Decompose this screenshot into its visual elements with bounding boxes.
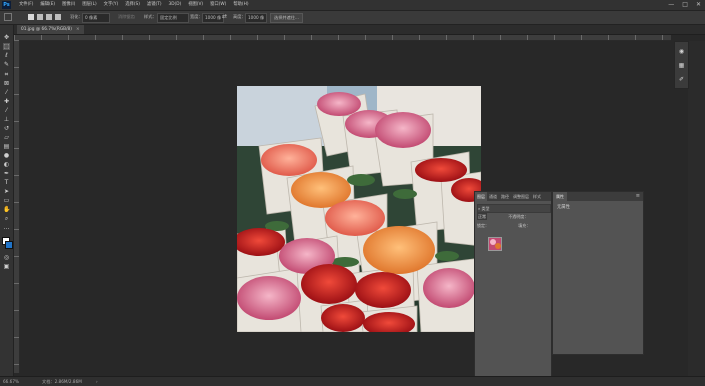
marquee-icon[interactable]: ⬚ [3,43,10,50]
antialias-checkbox[interactable]: 消除锯齿 [118,13,135,21]
tab-styles[interactable]: 样式 [531,192,543,201]
screen-mode-icon[interactable]: ▣ [3,263,10,270]
pen-icon[interactable]: ✒ [3,170,10,177]
intersect-selection-icon[interactable] [55,14,61,20]
right-icon-dock: ◉ ▦ ✐ [674,41,689,89]
maximize-icon[interactable]: □ [682,1,688,9]
blend-opacity-row: 正常 不透明度： [477,213,549,220]
feather-label: 羽化： [70,14,83,19]
swatches-panel-icon[interactable]: ▦ [678,62,685,69]
vertical-ruler[interactable] [14,40,20,373]
panel-menu-icon[interactable]: ≡ [636,192,640,201]
subtract-selection-icon[interactable] [46,14,52,20]
path-select-icon[interactable]: ➤ [3,188,10,195]
fill-label: 填充： [518,223,531,228]
blur-icon[interactable]: ● [3,152,10,159]
eyedropper-icon[interactable]: ⁄ [3,89,10,96]
menu-select[interactable]: 选择(S) [122,0,144,10]
menu-window[interactable]: 窗口(W) [207,0,230,10]
new-selection-icon[interactable] [28,14,34,20]
gradient-icon[interactable]: ▤ [3,143,10,150]
zoom-icon[interactable]: ⌕ [3,215,10,222]
photoshop-logo-icon[interactable]: Ps [2,1,11,9]
tab-paths[interactable]: 路径 [499,192,511,201]
opacity-label: 不透明度： [508,214,529,219]
menu-filter[interactable]: 滤镜(T) [144,0,166,10]
close-window-icon[interactable]: ✕ [696,1,701,9]
menu-layer[interactable]: 图层(L) [79,0,100,10]
properties-panel: 属性 ≡ 无属性 [552,191,644,355]
width-input[interactable]: 1000 像 [202,13,224,23]
healing-icon[interactable]: ✚ [3,98,10,105]
window-controls: — □ ✕ [668,1,701,9]
menu-file[interactable]: 文件(F) [16,0,37,10]
hand-icon[interactable]: ✋ [3,206,10,213]
menu-items: 文件(F) 编辑(E) 图像(I) 图层(L) 文字(Y) 选择(S) 滤镜(T… [16,0,253,10]
tools-panel: ✥ ⬚ ℓ ✎ ⌗ ⊠ ⁄ ✚ ⁄ ⊥ ↺ ▱ ▤ ● ◐ ✒ T ➤ ▭ ✋ … [0,25,14,385]
move-icon[interactable]: ✥ [3,34,10,41]
layer-thumbnail-image [489,238,501,250]
swap-dimensions-icon[interactable]: ⇄ [222,13,227,21]
menu-3d[interactable]: 3D(D) [166,0,186,10]
type-icon[interactable]: T [3,179,10,186]
horizontal-ruler[interactable] [14,35,671,41]
layer-thumbnail[interactable] [488,237,502,251]
tool-preset-icon[interactable] [4,13,12,21]
properties-panel-header: 属性 ≡ [553,192,643,201]
menu-type[interactable]: 文字(Y) [101,0,123,10]
close-tab-icon[interactable]: × [76,27,80,32]
layers-panel: 图层 通道 路径 调整图层 样式 ⌕ 类型 正常 不透明度： 锁定： 填充： [474,191,552,385]
flower-bouquets-photo [237,86,481,332]
feather-input[interactable]: 0 像素 [82,13,110,23]
menu-view[interactable]: 视图(V) [185,0,207,10]
right-panel-strip [688,41,705,377]
menu-bar: Ps 文件(F) 编辑(E) 图像(I) 图层(L) 文字(Y) 选择(S) 滤… [0,0,705,11]
select-and-mask-button[interactable]: 选择并遮住... [270,13,303,23]
menu-image[interactable]: 图像(I) [59,0,79,10]
width-label: 宽度： [190,14,203,19]
lock-fill-row: 锁定： 填充： [477,222,549,229]
adjustments-panel-icon[interactable]: ✐ [678,76,685,83]
lock-label: 锁定： [477,223,489,228]
tab-layers[interactable]: 图层 [475,192,487,201]
options-bar: 羽化： 0 像素 消除锯齿 样式： 固定比例 宽度： 1000 像 ⇄ 高度： … [0,11,705,25]
dodge-icon[interactable]: ◐ [3,161,10,168]
tab-properties[interactable]: 属性 [553,192,567,201]
brush-icon[interactable]: ⁄ [3,107,10,114]
frame-icon[interactable]: ⊠ [3,80,10,87]
lasso-icon[interactable]: ℓ [3,52,10,59]
crop-icon[interactable]: ⌗ [3,71,10,78]
eraser-icon[interactable]: ▱ [3,134,10,141]
tab-channels[interactable]: 通道 [487,192,499,201]
more-tools-icon[interactable]: … [3,224,10,231]
color-panel-icon[interactable]: ◉ [678,48,685,55]
height-input[interactable]: 1000 像 [245,13,267,23]
document-tab-bar: 01.jpg @ 66.7%(RGB/8) × [14,25,705,35]
quick-select-icon[interactable]: ✎ [3,61,10,68]
blend-mode-select[interactable]: 正常 [477,213,487,220]
style-label: 样式： [144,14,157,19]
shape-icon[interactable]: ▭ [3,197,10,204]
document-tab[interactable]: 01.jpg @ 66.7%(RGB/8) × [17,25,84,34]
tab-adjustment-layers[interactable]: 调整图层 [511,192,531,201]
layer-kind-filter[interactable]: ⌕ 类型 [477,204,551,213]
menu-help[interactable]: 帮助(H) [230,0,252,10]
quick-mask-icon[interactable]: ◎ [3,254,10,261]
canvas-image[interactable] [237,86,481,332]
menu-edit[interactable]: 编辑(E) [37,0,59,10]
no-properties-label: 无属性 [557,205,570,210]
layers-panel-tabs: 图层 通道 路径 调整图层 样式 [475,192,551,201]
height-label: 高度： [233,14,246,19]
style-select[interactable]: 固定比例 [157,13,189,23]
background-color-swatch[interactable] [5,241,13,249]
history-brush-icon[interactable]: ↺ [3,125,10,132]
stamp-icon[interactable]: ⊥ [3,116,10,123]
minimize-icon[interactable]: — [668,1,674,9]
add-selection-icon[interactable] [37,14,43,20]
document-title: 01.jpg @ 66.7%(RGB/8) [21,27,72,32]
